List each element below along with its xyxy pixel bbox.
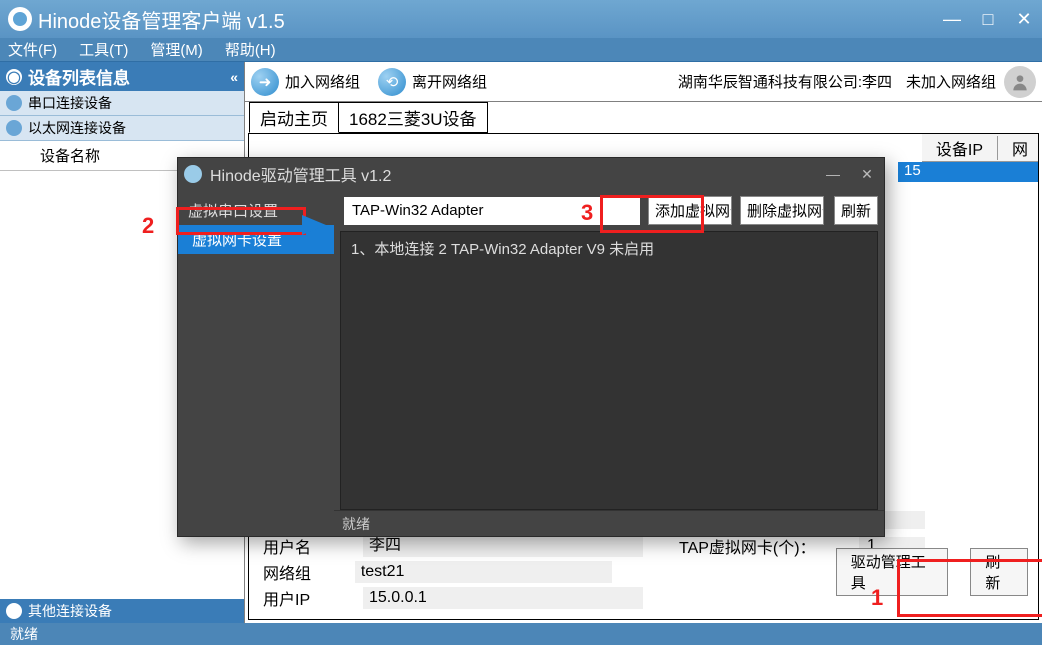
tap-label: TAP虚拟网卡(个)： xyxy=(679,534,859,558)
dialog-status: 就绪 xyxy=(334,510,884,536)
toolbar: ➜ 加入网络组 ⟲ 离开网络组 湖南华辰智通科技有限公司:李四 未加入网络组 xyxy=(245,62,1042,102)
user-info: 湖南华辰智通科技有限公司:李四 未加入网络组 xyxy=(678,66,1036,98)
table-row[interactable]: 15 xyxy=(898,162,1038,182)
user-value: 李四 xyxy=(363,535,643,557)
group-value: test21 xyxy=(355,561,613,583)
ip-value: 15.0.0.1 xyxy=(363,587,643,609)
annotation-box-2 xyxy=(176,207,306,235)
close-icon[interactable]: ✕ xyxy=(1006,0,1042,38)
annotation-box-1 xyxy=(897,559,1042,617)
menu-help[interactable]: 帮助(H) xyxy=(225,39,276,60)
menu-tools[interactable]: 工具(T) xyxy=(79,39,128,60)
avatar[interactable] xyxy=(1004,66,1036,98)
row-ip: 15 xyxy=(904,162,921,179)
main-titlebar: Hinode设备管理客户端 v1.5 — □ ✕ xyxy=(0,0,1042,38)
dialog-nav: 虚拟串口设置 虚拟网卡设置 xyxy=(178,190,334,536)
group-status: 未加入网络组 xyxy=(906,71,996,92)
ethernet-icon xyxy=(6,120,22,136)
adapter-input[interactable]: TAP-Win32 Adapter xyxy=(344,197,640,225)
user-label: 用户名 xyxy=(263,534,363,558)
col-net: 网 xyxy=(998,136,1038,160)
annotation-2: 2 xyxy=(142,213,154,239)
maximize-icon[interactable]: □ xyxy=(970,0,1006,38)
collapse-icon[interactable]: ◯ xyxy=(6,69,22,85)
dialog-close-icon[interactable]: ✕ xyxy=(850,158,884,190)
sidebar-title: 设备列表信息 xyxy=(28,64,130,89)
dialog-refresh-button[interactable]: 刷新 xyxy=(834,196,878,225)
annotation-arrow-icon xyxy=(302,215,326,235)
delete-nic-button[interactable]: 删除虚拟网卡 xyxy=(740,196,824,225)
sidebar-header: ◯ 设备列表信息 « xyxy=(0,62,244,91)
annotation-1: 1 xyxy=(871,585,883,611)
leave-group-button[interactable]: ⟲ 离开网络组 xyxy=(378,68,487,96)
annotation-box-3 xyxy=(600,195,704,233)
tab-home[interactable]: 启动主页 xyxy=(249,102,339,133)
sidebar-ethernet-label: 以太网连接设备 xyxy=(28,118,126,138)
tabbar: 启动主页 1682三菱3U设备 xyxy=(245,102,1042,133)
dialog-app-icon xyxy=(184,165,202,183)
dialog-minimize-icon[interactable]: — xyxy=(816,158,850,190)
ip-label: 用户IP xyxy=(263,586,363,610)
sidebar-item-ethernet[interactable]: 以太网连接设备 xyxy=(0,116,244,141)
col-device-ip: 设备IP xyxy=(922,136,998,160)
app-title: Hinode设备管理客户端 v1.5 xyxy=(38,5,285,34)
statusbar: 就绪 xyxy=(0,623,1042,645)
menubar: 文件(F) 工具(T) 管理(M) 帮助(H) xyxy=(0,38,1042,62)
company-label: 湖南华辰智通科技有限公司:李四 xyxy=(678,71,892,92)
menu-manage[interactable]: 管理(M) xyxy=(150,39,203,60)
leave-label: 离开网络组 xyxy=(412,71,487,92)
minimize-icon[interactable]: — xyxy=(934,0,970,38)
group-label: 网络组 xyxy=(263,560,355,584)
table-header: 设备IP 网 xyxy=(922,134,1038,162)
join-group-button[interactable]: ➜ 加入网络组 xyxy=(251,68,360,96)
nic-list[interactable]: 1、本地连接 2 TAP-Win32 Adapter V9 未启用 xyxy=(340,231,878,510)
join-label: 加入网络组 xyxy=(285,71,360,92)
menu-file[interactable]: 文件(F) xyxy=(8,39,57,60)
chevron-left-icon[interactable]: « xyxy=(230,69,238,85)
join-icon: ➜ xyxy=(251,68,279,96)
list-item[interactable]: 1、本地连接 2 TAP-Win32 Adapter V9 未启用 xyxy=(351,238,867,259)
dialog-title: Hinode驱动管理工具 v1.2 xyxy=(210,162,391,186)
annotation-3: 3 xyxy=(581,200,593,226)
other-icon xyxy=(6,603,22,619)
dialog-titlebar: Hinode驱动管理工具 v1.2 — ✕ xyxy=(178,158,884,190)
sidebar-footer-label: 其他连接设备 xyxy=(28,601,112,621)
serial-icon xyxy=(6,95,22,111)
app-icon xyxy=(8,7,32,31)
sidebar-footer[interactable]: 其他连接设备 xyxy=(0,599,244,623)
sidebar-serial-label: 串口连接设备 xyxy=(28,93,112,113)
leave-icon: ⟲ xyxy=(378,68,406,96)
sidebar-item-serial[interactable]: 串口连接设备 xyxy=(0,91,244,116)
window-controls: — □ ✕ xyxy=(934,0,1042,38)
tab-device[interactable]: 1682三菱3U设备 xyxy=(339,102,488,133)
